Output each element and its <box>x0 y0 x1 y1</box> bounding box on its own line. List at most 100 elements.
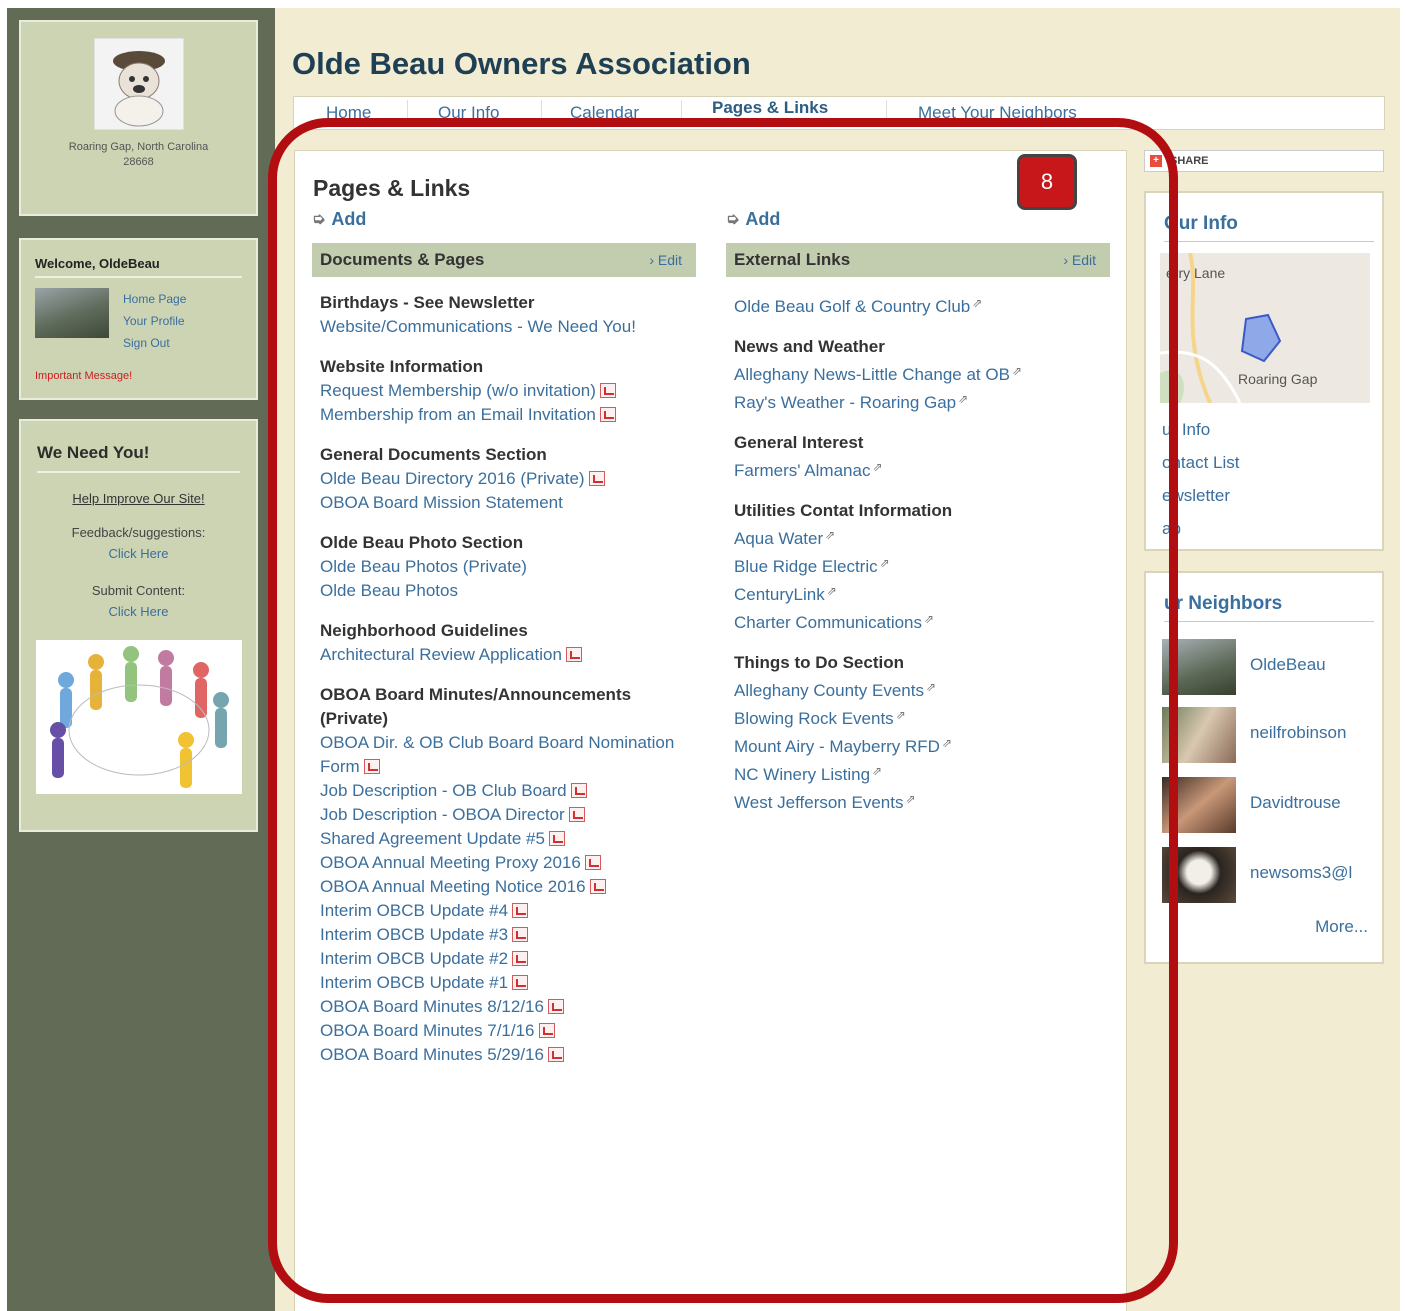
tab-home[interactable]: Home <box>316 103 381 133</box>
list-item-link[interactable]: Interim OBCB Update #1 <box>320 971 696 995</box>
list-item-link[interactable]: Membership from an Email Invitation <box>320 403 696 427</box>
list-item-link[interactable]: Olde Beau Directory 2016 (Private) <box>320 467 696 491</box>
list-item-link[interactable]: Interim OBCB Update #3 <box>320 923 696 947</box>
list-item-link[interactable]: OBOA Annual Meeting Proxy 2016 <box>320 851 696 875</box>
map-link[interactable]: ap <box>1162 512 1240 545</box>
link-text[interactable]: OBOA Board Mission Statement <box>320 493 563 512</box>
link-text[interactable]: Farmers' Almanac <box>734 461 870 480</box>
link-text[interactable]: CenturyLink <box>734 585 825 604</box>
tab-our-info[interactable]: Our Info <box>428 103 509 133</box>
documents-edit-link[interactable]: › Edit <box>649 252 682 268</box>
neighbor-name[interactable]: neilfrobinson <box>1250 723 1346 743</box>
list-item-link[interactable]: NC Winery Listing ⇗ <box>734 759 1110 787</box>
link-text[interactable]: OBOA Board Minutes 8/12/16 <box>320 997 544 1016</box>
link-text[interactable]: OBOA Annual Meeting Notice 2016 <box>320 877 586 896</box>
link-text[interactable]: Website/Communications - We Need You! <box>320 317 636 336</box>
external-links-edit-link[interactable]: › Edit <box>1063 252 1096 268</box>
list-item-link[interactable]: CenturyLink ⇗ <box>734 579 1110 607</box>
list-item-link[interactable]: Olde Beau Golf & Country Club ⇗ <box>734 291 1110 319</box>
link-text[interactable]: Architectural Review Application <box>320 645 562 664</box>
link-text[interactable]: Ray's Weather - Roaring Gap <box>734 393 956 412</box>
link-text[interactable]: OBOA Board Minutes 5/29/16 <box>320 1045 544 1064</box>
add-document-button[interactable]: ➭ Add <box>312 205 696 233</box>
list-item-link[interactable]: Farmers' Almanac ⇗ <box>734 455 1110 483</box>
location-map[interactable]: erry Lane Roaring Gap <box>1160 253 1370 403</box>
list-item-link[interactable]: OBOA Board Mission Statement <box>320 491 696 515</box>
tab-calendar[interactable]: Calendar <box>560 103 649 133</box>
link-text[interactable]: Shared Agreement Update #5 <box>320 829 545 848</box>
link-text[interactable]: Olde Beau Golf & Country Club <box>734 297 970 316</box>
pdf-icon <box>512 975 529 990</box>
list-item-link[interactable]: OBOA Board Minutes 8/12/16 <box>320 995 696 1019</box>
list-item-link[interactable]: OBOA Annual Meeting Notice 2016 <box>320 875 696 899</box>
link-text[interactable]: Job Description - OBOA Director <box>320 805 565 824</box>
link-text[interactable]: Interim OBCB Update #1 <box>320 973 508 992</box>
list-item-link[interactable]: Interim OBCB Update #2 <box>320 947 696 971</box>
neighbor-name[interactable]: Davidtrouse <box>1250 793 1341 813</box>
link-text[interactable]: Aqua Water <box>734 529 823 548</box>
sign-out-link[interactable]: Sign Out <box>123 332 186 354</box>
pdf-icon <box>547 1047 564 1062</box>
link-text[interactable]: Olde Beau Directory 2016 (Private) <box>320 469 585 488</box>
link-text[interactable]: Blue Ridge Electric <box>734 557 878 576</box>
list-item-link[interactable]: Olde Beau Photos (Private) <box>320 555 696 579</box>
link-text[interactable]: Membership from an Email Invitation <box>320 405 596 424</box>
link-text[interactable]: Interim OBCB Update #2 <box>320 949 508 968</box>
link-text[interactable]: Olde Beau Photos (Private) <box>320 557 527 576</box>
contact-list-link[interactable]: ontact List <box>1162 446 1240 479</box>
neighbor-item[interactable]: neilfrobinson <box>1162 707 1372 763</box>
list-item-link[interactable]: Job Description - OB Club Board <box>320 779 696 803</box>
list-item-link[interactable]: Architectural Review Application <box>320 643 696 667</box>
list-item-link[interactable]: Job Description - OBOA Director <box>320 803 696 827</box>
link-text[interactable]: Blowing Rock Events <box>734 709 894 728</box>
home-page-link[interactable]: Home Page <box>123 288 186 310</box>
list-item-link[interactable]: Aqua Water ⇗ <box>734 523 1110 551</box>
list-item-link[interactable]: Blue Ridge Electric ⇗ <box>734 551 1110 579</box>
link-text[interactable]: Charter Communications <box>734 613 922 632</box>
link-text[interactable]: NC Winery Listing <box>734 765 870 784</box>
link-text[interactable]: Request Membership (w/o invitation) <box>320 381 596 400</box>
our-info-link[interactable]: ur Info <box>1162 413 1240 446</box>
list-item-link[interactable]: Website/Communications - We Need You! <box>320 315 696 339</box>
user-avatar[interactable] <box>35 288 109 338</box>
list-item-link[interactable]: Alleghany News-Little Change at OB ⇗ <box>734 359 1110 387</box>
list-item-link[interactable]: Charter Communications ⇗ <box>734 607 1110 635</box>
list-item-link[interactable]: OBOA Dir. & OB Club Board Board Nominati… <box>320 731 696 779</box>
list-item-link[interactable]: Blowing Rock Events ⇗ <box>734 703 1110 731</box>
neighbor-name[interactable]: newsoms3@l <box>1250 863 1352 883</box>
link-text[interactable]: OBOA Annual Meeting Proxy 2016 <box>320 853 581 872</box>
link-text[interactable]: Job Description - OB Club Board <box>320 781 567 800</box>
help-improve-link[interactable]: Help Improve Our Site! <box>21 491 256 506</box>
list-item-link[interactable]: Alleghany County Events ⇗ <box>734 675 1110 703</box>
list-item-link[interactable]: Shared Agreement Update #5 <box>320 827 696 851</box>
neighbor-item[interactable]: Davidtrouse <box>1162 777 1372 833</box>
link-text[interactable]: Interim OBCB Update #3 <box>320 925 508 944</box>
more-neighbors-link[interactable]: More... <box>1315 917 1368 937</box>
list-item-link[interactable]: OBOA Board Minutes 7/1/16 <box>320 1019 696 1043</box>
list-item-link[interactable]: West Jefferson Events ⇗ <box>734 787 1110 815</box>
link-text[interactable]: Interim OBCB Update #4 <box>320 901 508 920</box>
neighbor-item[interactable]: OldeBeau <box>1162 639 1372 695</box>
tab-pages-links[interactable]: Pages & Links <box>702 98 838 128</box>
link-text[interactable]: Alleghany County Events <box>734 681 924 700</box>
tab-meet-your-neighbors[interactable]: Meet Your Neighbors <box>908 103 1087 133</box>
share-button[interactable]: + SHARE <box>1144 150 1384 172</box>
list-item-link[interactable]: Request Membership (w/o invitation) <box>320 379 696 403</box>
link-text[interactable]: OBOA Board Minutes 7/1/16 <box>320 1021 535 1040</box>
link-text[interactable]: Mount Airy - Mayberry RFD <box>734 737 940 756</box>
link-text[interactable]: Alleghany News-Little Change at OB <box>734 365 1010 384</box>
list-item-link[interactable]: Interim OBCB Update #4 <box>320 899 696 923</box>
list-item-link[interactable]: OBOA Board Minutes 5/29/16 <box>320 1043 696 1067</box>
list-item-link[interactable]: Mount Airy - Mayberry RFD ⇗ <box>734 731 1110 759</box>
submit-content-click-link[interactable]: Click Here <box>21 602 256 622</box>
link-text[interactable]: West Jefferson Events <box>734 793 903 812</box>
newsletter-link[interactable]: ewsletter <box>1162 479 1240 512</box>
list-item-link[interactable]: Olde Beau Photos <box>320 579 696 603</box>
important-message-link[interactable]: Important Message! <box>35 370 132 382</box>
neighbor-item[interactable]: newsoms3@l <box>1162 847 1372 903</box>
feedback-click-link[interactable]: Click Here <box>21 544 256 564</box>
neighbor-name[interactable]: OldeBeau <box>1250 655 1326 675</box>
link-text[interactable]: Olde Beau Photos <box>320 581 458 600</box>
list-item-link[interactable]: Ray's Weather - Roaring Gap ⇗ <box>734 387 1110 415</box>
your-profile-link[interactable]: Your Profile <box>123 310 186 332</box>
